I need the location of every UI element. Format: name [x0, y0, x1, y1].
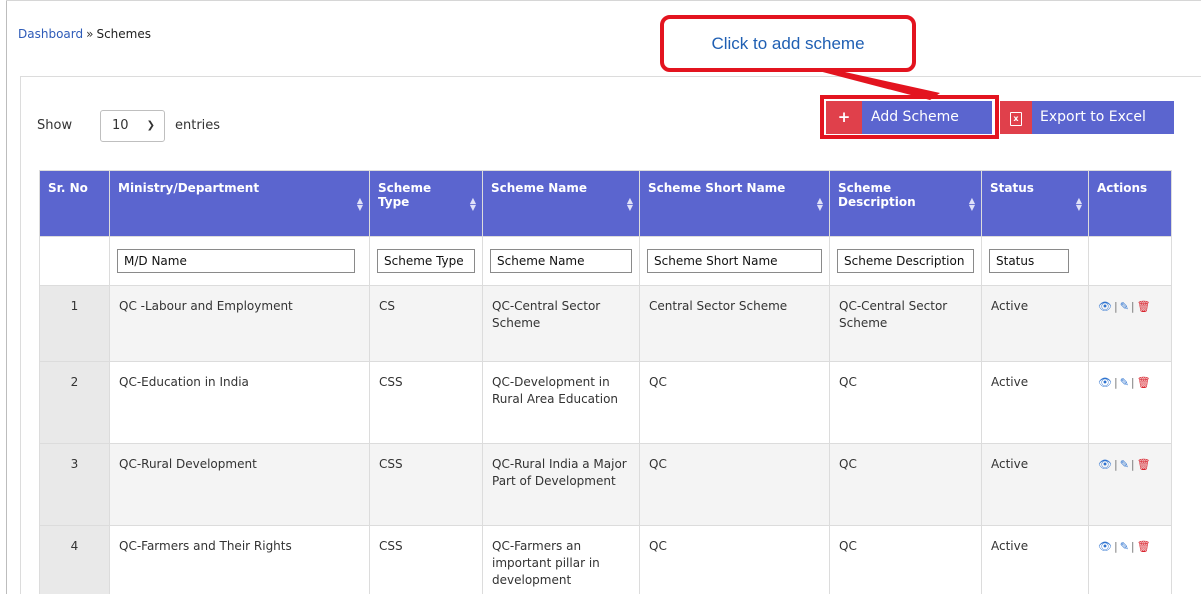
sort-icon: ▲ ▼: [626, 196, 633, 212]
breadcrumb-separator: »: [86, 27, 94, 41]
cell-status: Active: [981, 361, 1089, 444]
scheme-name-filter-input[interactable]: Scheme Name: [490, 249, 632, 273]
cell-scheme-description: QC-Central Sector Scheme: [829, 285, 982, 362]
action-separator: |: [1130, 540, 1135, 553]
cell-scheme-short-name: Central Sector Scheme: [639, 285, 830, 362]
frame-border-top: [6, 0, 1201, 1]
action-separator: |: [1130, 300, 1135, 313]
entries-select-value: 10: [112, 118, 129, 133]
annotation-callout: Click to add scheme: [660, 15, 916, 72]
cell-sr-no: 1: [39, 285, 110, 362]
action-separator: |: [1113, 540, 1118, 553]
column-header-status[interactable]: Status ▲ ▼: [981, 170, 1089, 237]
cell-status: Active: [981, 285, 1089, 362]
sort-icon: ▲ ▼: [968, 196, 975, 212]
cell-scheme-type: CSS: [369, 443, 483, 526]
trash-icon[interactable]: 🗑: [1137, 376, 1151, 389]
cell-scheme-short-name: QC: [639, 525, 830, 594]
view-eye-icon[interactable]: 👁: [1098, 376, 1112, 389]
cell-scheme-type: CSS: [369, 525, 483, 594]
cell-status: Active: [981, 443, 1089, 526]
edit-icon[interactable]: ✎: [1120, 458, 1129, 471]
column-header-actions: Actions: [1088, 170, 1172, 237]
cell-ministry: QC-Rural Development: [109, 443, 370, 526]
action-separator: |: [1113, 458, 1118, 471]
cell-actions: 👁 | ✎ | 🗑: [1088, 443, 1172, 526]
sort-icon: ▲ ▼: [1075, 196, 1082, 212]
trash-icon[interactable]: 🗑: [1137, 300, 1151, 313]
cell-scheme-type: CS: [369, 285, 483, 362]
cell-ministry: QC -Labour and Employment: [109, 285, 370, 362]
cell-scheme-description: QC: [829, 443, 982, 526]
cell-scheme-type: CSS: [369, 361, 483, 444]
cell-scheme-name: QC-Central Sector Scheme: [482, 285, 640, 362]
breadcrumb-current: Schemes: [96, 27, 151, 41]
table-row: 4 QC-Farmers and Their Rights CSS QC-Far…: [39, 525, 1172, 594]
cell-sr-no: 2: [39, 361, 110, 444]
edit-icon[interactable]: ✎: [1120, 300, 1129, 313]
cell-status: Active: [981, 525, 1089, 594]
cell-scheme-short-name: QC: [639, 361, 830, 444]
scheme-description-filter-input[interactable]: Scheme Description: [837, 249, 974, 273]
edit-icon[interactable]: ✎: [1120, 376, 1129, 389]
table-header-row: Sr. No Ministry/Department ▲ ▼ Scheme Type…: [39, 170, 1172, 237]
cell-actions: 👁 | ✎ | 🗑: [1088, 361, 1172, 444]
sort-icon: ▲ ▼: [356, 196, 363, 212]
entries-label: entries: [175, 118, 221, 133]
breadcrumb-dashboard-link[interactable]: Dashboard: [18, 27, 83, 41]
cell-scheme-short-name: QC: [639, 443, 830, 526]
cell-actions: 👁 | ✎ | 🗑: [1088, 525, 1172, 594]
breadcrumb: Dashboard» Schemes: [18, 27, 151, 41]
cell-sr-no: 4: [39, 525, 110, 594]
scheme-type-filter-input[interactable]: Scheme Type: [377, 249, 475, 273]
sort-icon: ▲ ▼: [469, 196, 476, 212]
column-header-sr-no: Sr. No: [39, 170, 110, 237]
table-row: 3 QC-Rural Development CSS QC-Rural Indi…: [39, 443, 1172, 526]
column-header-scheme-short-name[interactable]: Scheme Short Name ▲ ▼: [639, 170, 830, 237]
cell-scheme-description: QC: [829, 525, 982, 594]
cell-ministry: QC-Farmers and Their Rights: [109, 525, 370, 594]
schemes-table: Sr. No Ministry/Department ▲ ▼ Scheme Type…: [39, 170, 1172, 594]
show-label: Show: [37, 118, 73, 133]
cell-actions: 👁 | ✎ | 🗑: [1088, 285, 1172, 362]
excel-icon: x: [1000, 101, 1032, 134]
filter-row: M/D Name Scheme Type Scheme Name Scheme …: [39, 236, 1172, 286]
cell-scheme-description: QC: [829, 361, 982, 444]
cell-sr-no: 3: [39, 443, 110, 526]
add-scheme-highlight: [820, 95, 999, 139]
cell-scheme-name: QC-Farmers an important pillar in develo…: [482, 525, 640, 594]
column-header-scheme-name[interactable]: Scheme Name ▲ ▼: [482, 170, 640, 237]
scheme-short-name-filter-input[interactable]: Scheme Short Name: [647, 249, 822, 273]
table-row: 1 QC -Labour and Employment CS QC-Centra…: [39, 285, 1172, 362]
action-separator: |: [1113, 300, 1118, 313]
table-row: 2 QC-Education in India CSS QC-Developme…: [39, 361, 1172, 444]
cell-ministry: QC-Education in India: [109, 361, 370, 444]
sort-icon: ▲ ▼: [816, 196, 823, 212]
cell-scheme-name: QC-Development in Rural Area Education: [482, 361, 640, 444]
view-eye-icon[interactable]: 👁: [1098, 540, 1112, 553]
trash-icon[interactable]: 🗑: [1137, 458, 1151, 471]
action-separator: |: [1130, 458, 1135, 471]
column-header-scheme-description[interactable]: Scheme Description ▲ ▼: [829, 170, 982, 237]
entries-select[interactable]: 10 ❯: [100, 110, 165, 142]
export-excel-label: Export to Excel: [1040, 109, 1146, 125]
chevron-down-icon: ❯: [146, 120, 155, 131]
trash-icon[interactable]: 🗑: [1137, 540, 1151, 553]
status-filter-input[interactable]: Status: [989, 249, 1069, 273]
action-separator: |: [1130, 376, 1135, 389]
column-header-ministry[interactable]: Ministry/Department ▲ ▼: [109, 170, 370, 237]
cell-scheme-name: QC-Rural India a Major Part of Developme…: [482, 443, 640, 526]
edit-icon[interactable]: ✎: [1120, 540, 1129, 553]
frame-border-left: [6, 0, 7, 594]
callout-text: Click to add scheme: [711, 34, 865, 53]
ministry-filter-input[interactable]: M/D Name: [117, 249, 355, 273]
export-excel-button[interactable]: x Export to Excel: [1000, 101, 1174, 134]
view-eye-icon[interactable]: 👁: [1098, 458, 1112, 471]
action-separator: |: [1113, 376, 1118, 389]
column-header-scheme-type[interactable]: Scheme Type ▲ ▼: [369, 170, 483, 237]
view-eye-icon[interactable]: 👁: [1098, 300, 1112, 313]
